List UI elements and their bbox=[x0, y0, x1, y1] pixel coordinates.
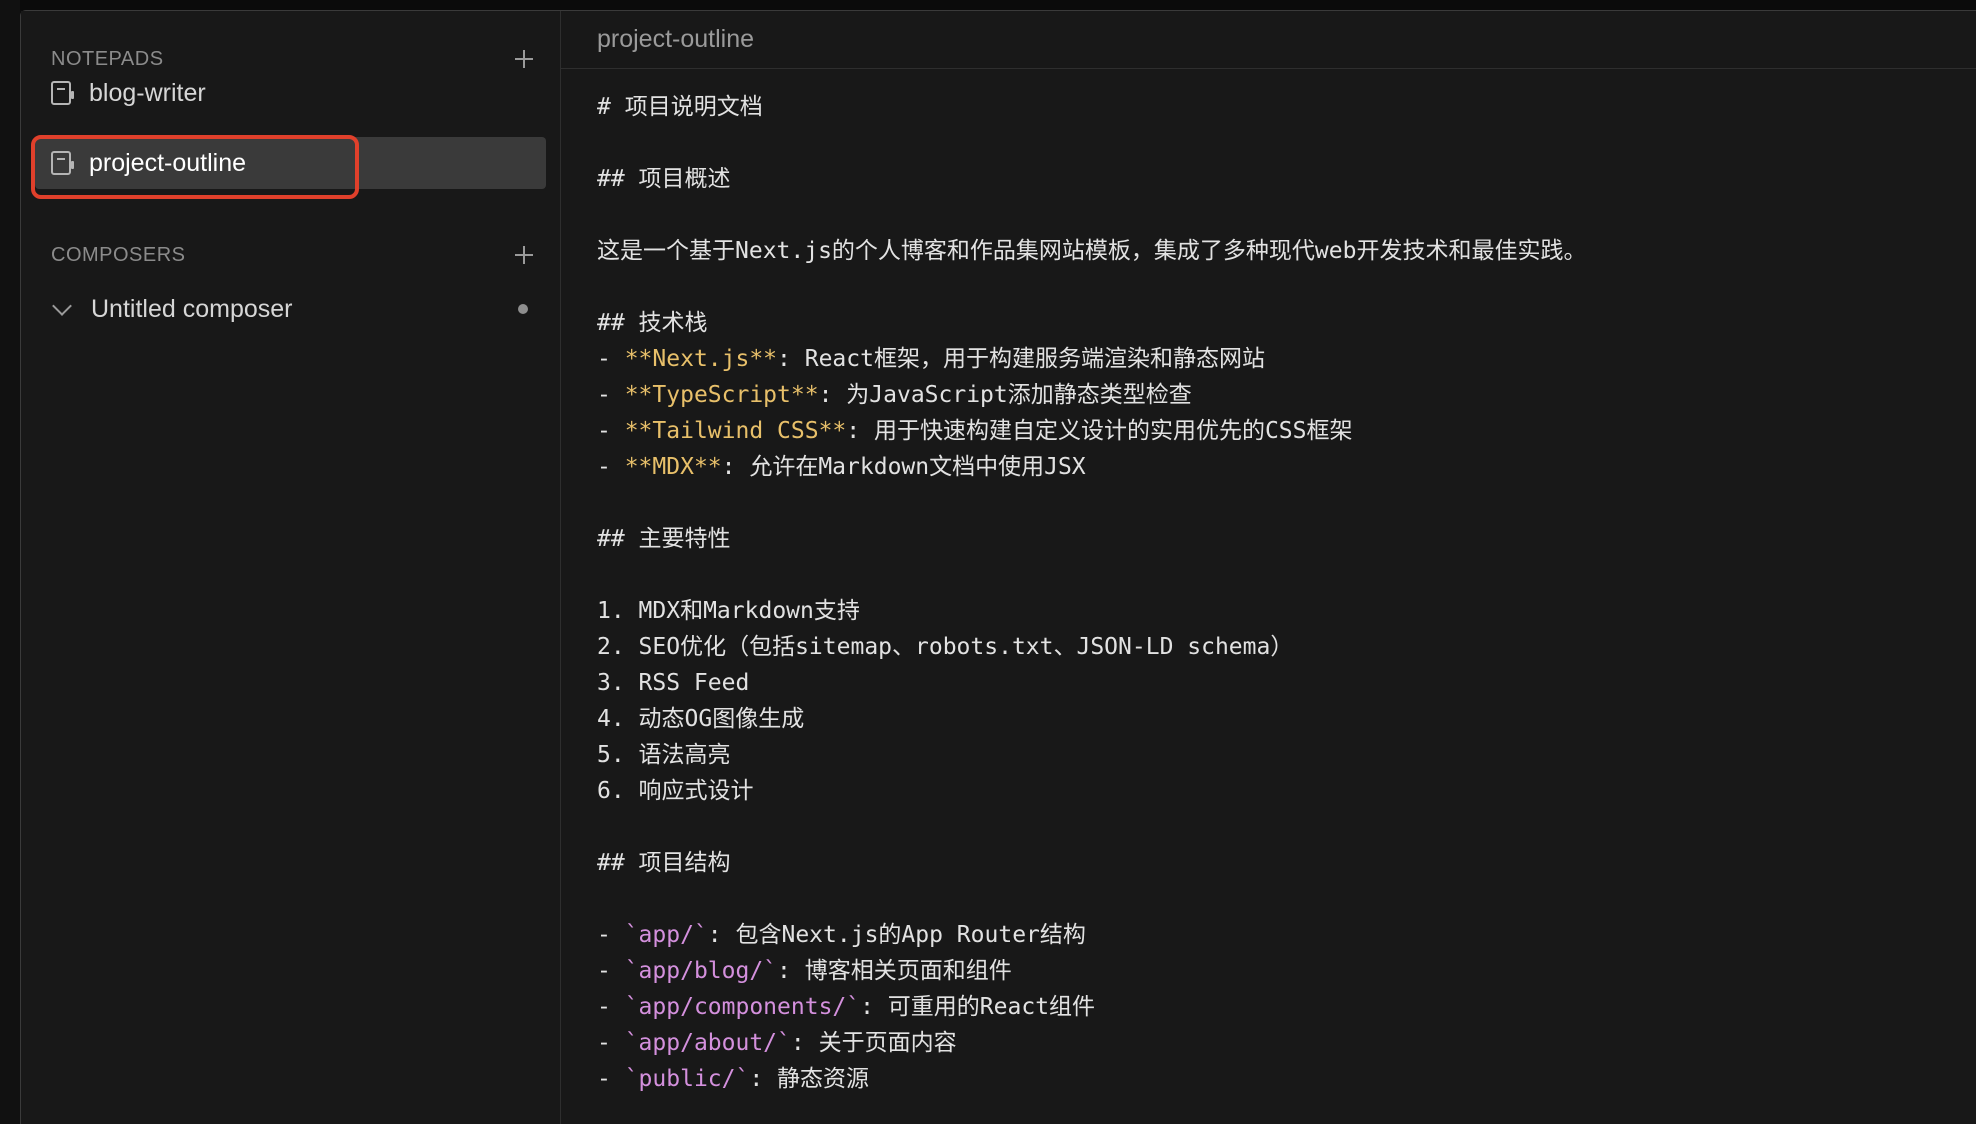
composer-item-untitled[interactable]: Untitled composer bbox=[35, 283, 546, 335]
editor-line: 这是一个基于Next.js的个人博客和作品集网站模板，集成了多种现代web开发技… bbox=[597, 238, 1587, 264]
inline-code: `app/components/` bbox=[624, 994, 861, 1020]
notepad-item-blog-writer[interactable]: blog-writer bbox=[35, 67, 546, 119]
bold-text: **Next.js** bbox=[624, 346, 778, 372]
composer-item-label: Untitled composer bbox=[91, 294, 293, 323]
background-strip bbox=[0, 0, 20, 1124]
editor-line: ## 技术栈 bbox=[597, 310, 708, 336]
sidebar: NOTEPADS blog-writer project-outline COM… bbox=[21, 11, 561, 1124]
bold-text: **Tailwind CSS** bbox=[624, 418, 847, 444]
inline-code: `app/about/` bbox=[624, 1030, 791, 1056]
line-text: : React框架，用于构建服务端渲染和静态网站 bbox=[777, 346, 1265, 372]
line-prefix: - bbox=[597, 922, 625, 948]
editor-line: 5. 语法高亮 bbox=[597, 742, 731, 768]
inline-code: `public/` bbox=[624, 1066, 750, 1092]
line-prefix: - bbox=[597, 1066, 625, 1092]
line-prefix: - bbox=[597, 1030, 625, 1056]
add-composer-plus-icon[interactable] bbox=[512, 243, 536, 267]
editor-line: - **TypeScript**: 为JavaScript添加静态类型检查 bbox=[597, 377, 1940, 413]
editor-tab-title[interactable]: project-outline bbox=[561, 11, 1976, 69]
notepad-item-project-outline[interactable]: project-outline bbox=[35, 137, 546, 189]
notepad-icon bbox=[51, 151, 74, 175]
editor-line: - `app/blog/`: 博客相关页面和组件 bbox=[597, 953, 1940, 989]
editor-line: - **Tailwind CSS**: 用于快速构建自定义设计的实用优先的CSS… bbox=[597, 413, 1940, 449]
editor-line: ## 项目概述 bbox=[597, 166, 731, 192]
editor-line: - **MDX**: 允许在Markdown文档中使用JSX bbox=[597, 449, 1940, 485]
editor-line: ## 项目结构 bbox=[597, 850, 731, 876]
notepad-item-label: project-outline bbox=[89, 148, 247, 177]
notepad-window: NOTEPADS blog-writer project-outline COM… bbox=[20, 10, 1976, 1124]
composers-header: COMPOSERS bbox=[21, 235, 560, 275]
editor-pane: project-outline # 项目说明文档 ## 项目概述这是一个基于Nex… bbox=[561, 11, 1976, 1124]
line-text: : 允许在Markdown文档中使用JSX bbox=[721, 454, 1086, 480]
editor-line: - `app/`: 包含Next.js的App Router结构 bbox=[597, 917, 1940, 953]
line-prefix: - bbox=[597, 418, 625, 444]
editor-line: 6. 响应式设计 bbox=[597, 778, 754, 804]
inline-code: `app/` bbox=[624, 922, 708, 948]
notepad-item-label: blog-writer bbox=[89, 78, 206, 107]
notepad-icon bbox=[51, 81, 74, 105]
bold-text: **MDX** bbox=[624, 454, 722, 480]
line-text: : 关于页面内容 bbox=[790, 1030, 957, 1056]
composers-title: COMPOSERS bbox=[51, 243, 186, 266]
editor-line: 4. 动态OG图像生成 bbox=[597, 706, 805, 732]
inline-code: `app/blog/` bbox=[624, 958, 778, 984]
unsaved-dot-icon bbox=[518, 304, 528, 314]
editor-line: 1. MDX和Markdown支持 bbox=[597, 598, 860, 624]
line-text: : 可重用的React组件 bbox=[860, 994, 1096, 1020]
bold-text: **TypeScript** bbox=[624, 382, 819, 408]
editor-line: - `app/about/`: 关于页面内容 bbox=[597, 1025, 1940, 1061]
editor-line: - `public/`: 静态资源 bbox=[597, 1061, 1940, 1097]
chevron-down-icon[interactable] bbox=[52, 296, 72, 316]
line-text: : 包含Next.js的App Router结构 bbox=[707, 922, 1086, 948]
editor-content[interactable]: # 项目说明文档 ## 项目概述这是一个基于Next.js的个人博客和作品集网站模… bbox=[561, 69, 1976, 1097]
line-prefix: - bbox=[597, 994, 625, 1020]
line-text: : 博客相关页面和组件 bbox=[777, 958, 1012, 984]
line-prefix: - bbox=[597, 382, 625, 408]
editor-line: ## 主要特性 bbox=[597, 526, 731, 552]
line-prefix: - bbox=[597, 346, 625, 372]
line-text: : 为JavaScript添加静态类型检查 bbox=[818, 382, 1192, 408]
line-text: : 用于快速构建自定义设计的实用优先的CSS框架 bbox=[846, 418, 1353, 444]
editor-line: # 项目说明文档 bbox=[597, 94, 763, 120]
editor-line: - **Next.js**: React框架，用于构建服务端渲染和静态网站 bbox=[597, 341, 1940, 377]
editor-line: 2. SEO优化（包括sitemap、robots.txt、JSON-LD sc… bbox=[597, 634, 1294, 660]
line-prefix: - bbox=[597, 454, 625, 480]
line-prefix: - bbox=[597, 958, 625, 984]
editor-line: 3. RSS Feed bbox=[597, 670, 750, 696]
line-text: : 静态资源 bbox=[749, 1066, 870, 1092]
editor-line: - `app/components/`: 可重用的React组件 bbox=[597, 989, 1940, 1025]
